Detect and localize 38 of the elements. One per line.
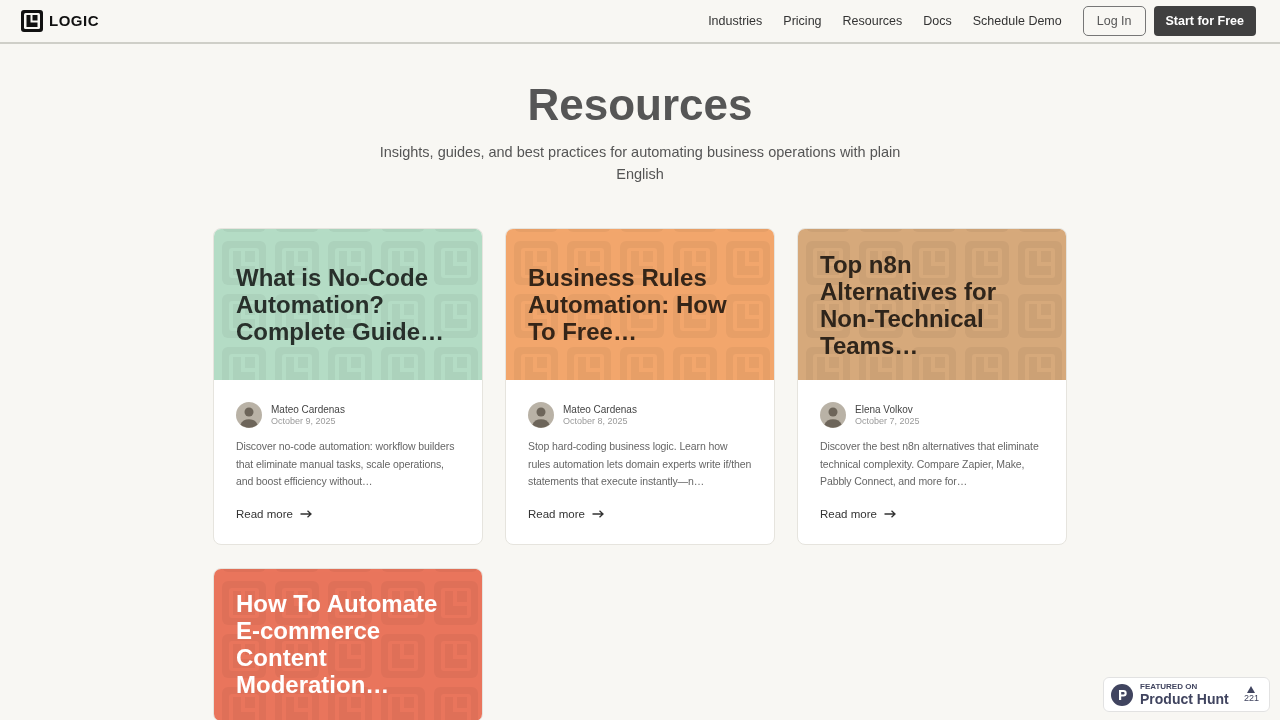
page-subtitle: Insights, guides, and best practices for automating business operations with plain English <box>378 143 902 184</box>
post-date: October 7, 2025 <box>855 415 920 427</box>
logo-icon[interactable] <box>21 10 43 32</box>
arrow-right-icon <box>591 510 604 519</box>
start-free-button[interactable]: Start for Free <box>1153 6 1256 36</box>
blog-card[interactable] <box>797 228 1067 545</box>
read-more-link[interactable]: Read more <box>528 505 604 523</box>
post-excerpt: Discover the best n8n alternatives that eliminate technical complexity. Compare Zapier, Make, Pabbly Connect, and more for… <box>820 439 1040 489</box>
post-date: October 9, 2025 <box>271 415 337 427</box>
blog-card[interactable] <box>213 228 483 545</box>
post-excerpt: Discover no-code automation: workflow builders that eliminate manual tasks, scale operations, and boost efficiency without… <box>236 439 456 489</box>
upvote-triangle-icon <box>1247 685 1256 693</box>
read-more-link[interactable]: Read more <box>820 505 896 523</box>
author-name: Elena Volkov <box>855 403 914 416</box>
author-avatar <box>820 402 846 428</box>
badge-title: Product Hunt <box>1140 691 1229 707</box>
author-avatar <box>236 402 262 428</box>
logo-wordmark[interactable]: LOGIC <box>49 9 99 33</box>
upvote-count: 221 <box>1243 692 1259 704</box>
author-name: Mateo Cardenas <box>271 403 345 416</box>
post-date: October 8, 2025 <box>563 415 629 427</box>
author-name: Mateo Cardenas <box>563 403 637 416</box>
read-more-link[interactable]: Read more <box>236 505 312 523</box>
author-avatar <box>528 402 554 428</box>
product-hunt-badge[interactable]: FEATURED ON Product Hunt 221 <box>1103 677 1270 712</box>
badge-kicker: FEATURED ON <box>1140 682 1199 691</box>
post-excerpt: Stop hard-coding business logic. Learn how rules automation lets domain experts write if/then statements that execute instantly—n… <box>528 439 752 489</box>
nav-link[interactable]: Schedule Demo <box>972 11 1062 31</box>
product-hunt-logo-icon <box>1111 683 1133 706</box>
login-button[interactable]: Log In <box>1082 6 1146 36</box>
arrow-right-icon <box>883 510 896 519</box>
arrow-right-icon <box>299 510 312 519</box>
nav-link[interactable]: Pricing <box>783 11 822 31</box>
nav-link[interactable]: Industries <box>708 11 763 31</box>
nav-link[interactable]: Docs <box>923 11 952 31</box>
nav-link[interactable]: Resources <box>842 11 903 31</box>
page-title: Resources <box>527 83 753 127</box>
blog-card[interactable] <box>505 228 775 545</box>
